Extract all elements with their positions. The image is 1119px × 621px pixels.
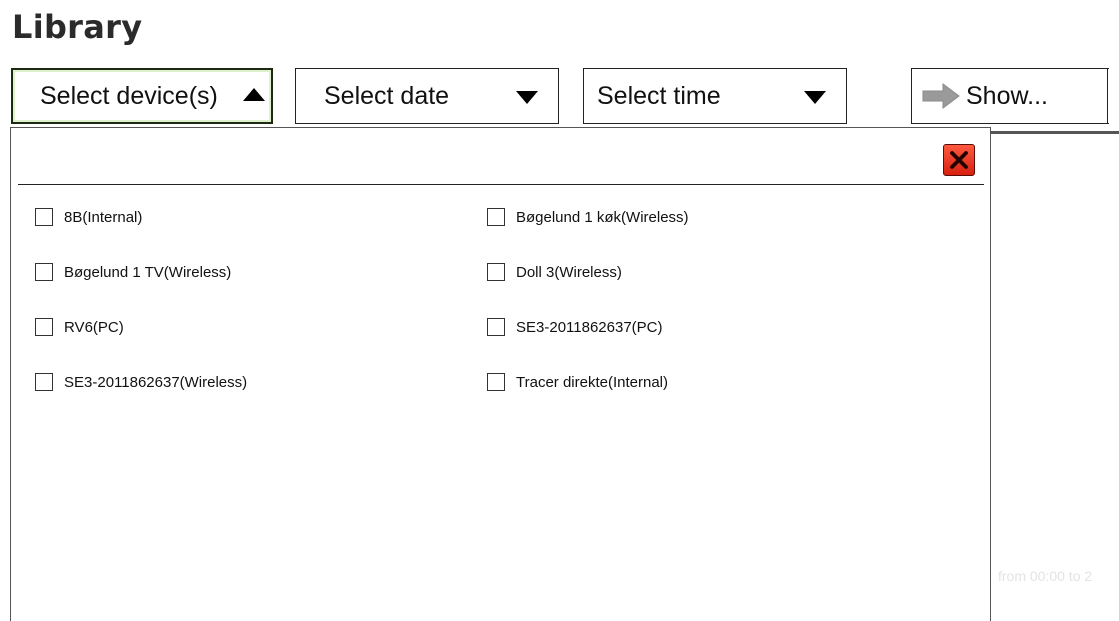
device-item-doll-3-wireless[interactable]: Doll 3(Wireless) (487, 261, 622, 283)
device-label: Bøgelund 1 køk(Wireless) (516, 208, 689, 226)
page-title: Library (12, 8, 143, 46)
checkbox[interactable] (487, 318, 505, 336)
arrow-right-icon (922, 83, 960, 109)
device-label: RV6(PC) (64, 318, 124, 336)
select-devices-button[interactable]: Select device(s) (11, 68, 273, 124)
show-button-edge (1107, 68, 1108, 124)
device-item-bogelund-1-tv-wireless[interactable]: Bøgelund 1 TV(Wireless) (35, 261, 231, 283)
checkbox[interactable] (487, 263, 505, 281)
select-time-label: Select time (597, 81, 721, 110)
device-dropdown-panel: 8B(Internal) Bøgelund 1 køk(Wireless) Bø… (10, 127, 991, 621)
checkbox[interactable] (487, 208, 505, 226)
checkbox[interactable] (35, 318, 53, 336)
device-item-tracer-direkte-internal[interactable]: Tracer direkte(Internal) (487, 371, 668, 393)
device-item-se3-wireless[interactable]: SE3-2011862637(Wireless) (35, 371, 247, 393)
device-label: SE3-2011862637(PC) (516, 318, 663, 336)
panel-divider (18, 184, 984, 185)
checkbox[interactable] (35, 263, 53, 281)
select-date-button[interactable]: Select date (295, 68, 559, 124)
device-item-rv6-pc[interactable]: RV6(PC) (35, 316, 124, 338)
close-x-icon (950, 151, 968, 169)
device-label: Bøgelund 1 TV(Wireless) (64, 263, 232, 281)
triangle-up-icon (243, 87, 265, 101)
content-divider (990, 131, 1119, 134)
select-date-label: Select date (324, 81, 450, 110)
triangle-down-icon (516, 90, 538, 104)
device-label: Tracer direkte(Internal) (516, 373, 668, 391)
device-item-bogelund-1-kok-wireless[interactable]: Bøgelund 1 køk(Wireless) (487, 206, 689, 228)
triangle-down-icon (804, 90, 826, 104)
checkbox[interactable] (35, 208, 53, 226)
device-label: Doll 3(Wireless) (516, 263, 622, 281)
checkbox[interactable] (35, 373, 53, 391)
device-item-8b-internal[interactable]: 8B(Internal) (35, 206, 142, 228)
close-button[interactable] (943, 144, 975, 176)
device-label: SE3-2011862637(Wireless) (64, 373, 248, 391)
show-label: Show... (966, 81, 1048, 110)
select-devices-label: Select device(s) (40, 81, 218, 110)
background-time-range: from 00:00 to 2 (998, 568, 1093, 584)
device-label: 8B(Internal) (64, 208, 143, 226)
select-time-button[interactable]: Select time (583, 68, 847, 124)
device-item-se3-pc[interactable]: SE3-2011862637(PC) (487, 316, 662, 338)
show-button[interactable]: Show... (911, 68, 1109, 124)
checkbox[interactable] (487, 373, 505, 391)
